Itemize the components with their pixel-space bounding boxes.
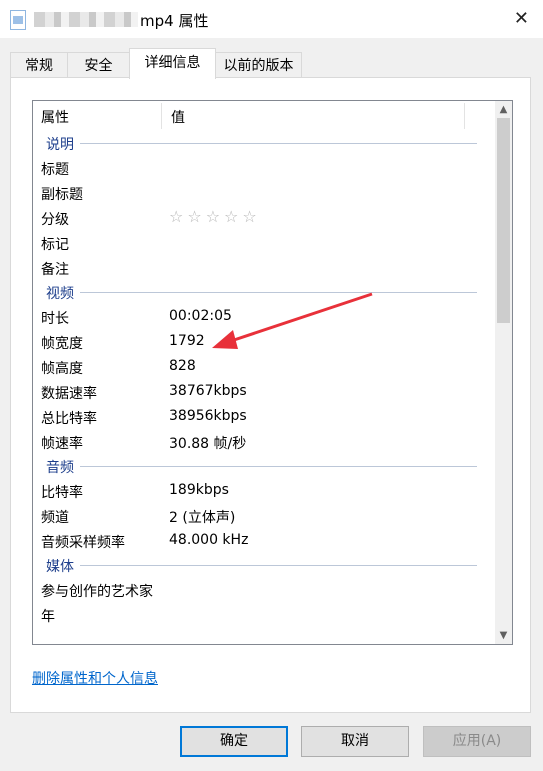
list-item[interactable]: 分级 ☆☆☆☆☆	[33, 205, 495, 230]
video-file-icon	[10, 10, 26, 30]
group-description: 说明	[33, 131, 495, 155]
vertical-scrollbar[interactable]: ▲ ▼	[495, 101, 512, 644]
list-item[interactable]: 帧高度 828	[33, 354, 495, 379]
list-header: 属性 值	[33, 101, 495, 131]
property-name: 副标题	[41, 187, 83, 203]
rating-stars[interactable]: ☆☆☆☆☆	[169, 207, 261, 226]
list-item[interactable]: 时长 00:02:05	[33, 304, 495, 329]
scroll-up-icon[interactable]: ▲	[495, 101, 512, 118]
property-name: 总比特率	[41, 411, 97, 427]
tab-previous-versions[interactable]: 以前的版本	[215, 52, 302, 78]
property-name: 时长	[41, 311, 69, 327]
property-value: 2 (立体声)	[169, 510, 236, 526]
scroll-thumb[interactable]	[497, 118, 510, 323]
property-name: 参与创作的艺术家	[41, 584, 153, 600]
property-name: 年	[41, 609, 55, 625]
group-label: 视频	[46, 283, 80, 303]
remove-properties-link[interactable]: 删除属性和个人信息	[32, 668, 158, 688]
group-label: 音频	[46, 457, 80, 477]
list-item[interactable]: 备注	[33, 255, 495, 280]
property-name: 帧速率	[41, 436, 83, 452]
property-name: 分级	[41, 212, 69, 228]
property-name: 帧宽度	[41, 336, 83, 352]
list-item[interactable]: 参与创作的艺术家	[33, 577, 495, 602]
property-name: 备注	[41, 262, 69, 278]
property-name: 音频采样频率	[41, 535, 125, 551]
group-divider	[46, 292, 477, 293]
group-label: 媒体	[46, 556, 80, 576]
property-value: 38956kbps	[169, 408, 247, 424]
scroll-down-icon[interactable]: ▼	[495, 627, 512, 644]
list-item[interactable]: 标题	[33, 155, 495, 180]
title-bar: mp4 属性 ✕	[0, 0, 543, 38]
column-header-value[interactable]: 值	[171, 107, 185, 127]
property-name: 频道	[41, 510, 69, 526]
group-divider	[46, 143, 477, 144]
window-title: mp4 属性	[140, 12, 209, 30]
property-list[interactable]: 属性 值 说明 标题 副标题 分级 ☆☆☆☆☆ 标记 备注 视频 时长 00:02:…	[32, 100, 513, 645]
list-item[interactable]: 音频采样频率 48.000 kHz	[33, 528, 495, 553]
list-item[interactable]: 频道 2 (立体声)	[33, 503, 495, 528]
property-value: 189kbps	[169, 482, 229, 498]
column-divider[interactable]	[161, 103, 162, 129]
column-divider[interactable]	[464, 103, 465, 129]
column-header-property[interactable]: 属性	[41, 107, 69, 127]
group-video: 视频	[33, 280, 495, 304]
tab-details[interactable]: 详细信息	[129, 48, 216, 79]
details-panel: 属性 值 说明 标题 副标题 分级 ☆☆☆☆☆ 标记 备注 视频 时长 00:02:…	[10, 77, 531, 713]
group-audio: 音频	[33, 454, 495, 478]
frame-width-value: 1792	[169, 333, 205, 349]
property-value: 828	[169, 358, 196, 374]
list-body: 说明 标题 副标题 分级 ☆☆☆☆☆ 标记 备注 视频 时长 00:02:05 帧宽…	[33, 131, 495, 627]
property-name: 标题	[41, 162, 69, 178]
property-name: 数据速率	[41, 386, 97, 402]
cancel-button[interactable]: 取消	[301, 726, 409, 757]
group-label: 说明	[46, 134, 80, 154]
list-item[interactable]: 帧速率 30.88 帧/秒	[33, 429, 495, 454]
property-value: 48.000 kHz	[169, 532, 249, 548]
close-icon[interactable]: ✕	[514, 8, 529, 29]
redacted-filename	[34, 12, 138, 27]
property-value: 00:02:05	[169, 308, 232, 324]
property-name: 帧高度	[41, 361, 83, 377]
group-media: 媒体	[33, 553, 495, 577]
list-item[interactable]: 总比特率 38956kbps	[33, 404, 495, 429]
property-value: 38767kbps	[169, 383, 247, 399]
apply-button[interactable]: 应用(A)	[423, 726, 531, 757]
property-name: 比特率	[41, 485, 83, 501]
group-divider	[46, 466, 477, 467]
ok-button[interactable]: 确定	[180, 726, 288, 757]
list-item[interactable]: 副标题	[33, 180, 495, 205]
tab-general[interactable]: 常规	[10, 52, 68, 78]
group-divider	[46, 565, 477, 566]
list-item[interactable]: 帧宽度 1792	[33, 329, 495, 354]
list-item[interactable]: 比特率 189kbps	[33, 478, 495, 503]
property-value: 30.88 帧/秒	[169, 436, 247, 452]
property-name: 标记	[41, 237, 69, 253]
tab-security[interactable]: 安全	[67, 52, 130, 78]
list-item[interactable]: 年	[33, 602, 495, 627]
list-item[interactable]: 数据速率 38767kbps	[33, 379, 495, 404]
list-item[interactable]: 标记	[33, 230, 495, 255]
